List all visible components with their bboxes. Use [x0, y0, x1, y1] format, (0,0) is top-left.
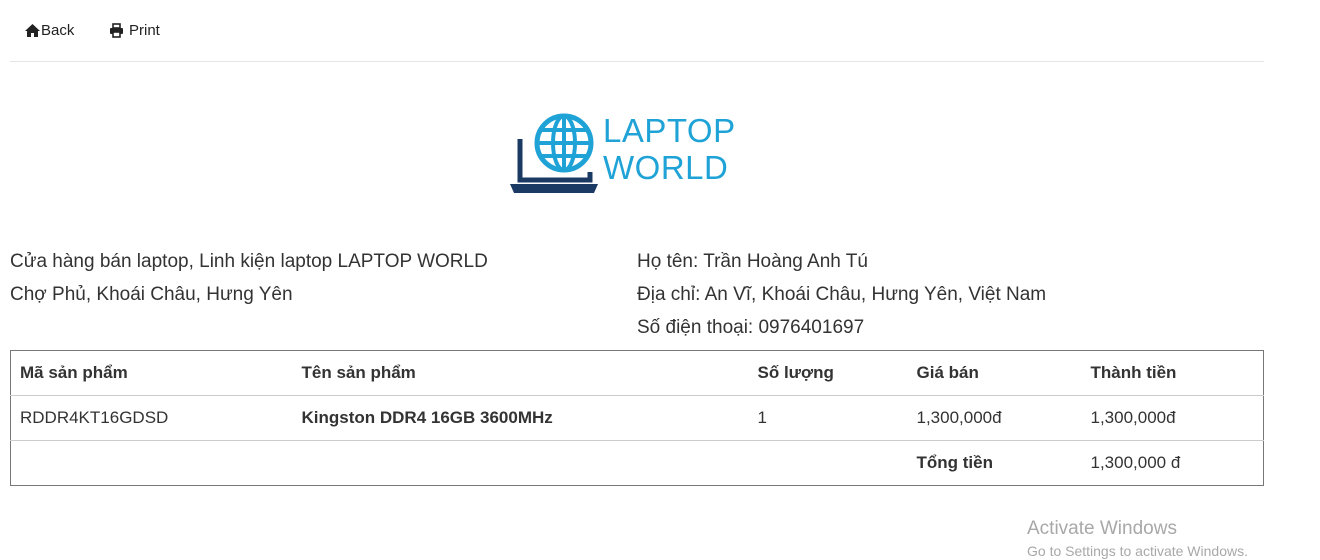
windows-activation-watermark: Activate Windows Go to Settings to activ…: [1027, 518, 1248, 560]
cell-product-code: RDDR4KT16GDSD: [10, 395, 293, 441]
home-icon: [24, 23, 41, 38]
store-name: Cửa hàng bán laptop, Linh kiện laptop LA…: [10, 251, 488, 272]
total-row: Tổng tiền 1,300,000 đ: [11, 441, 1264, 486]
customer-phone: Số điện thoại: 0976401697: [637, 317, 865, 338]
table-row: RDDR4KT16GDSD Kingston DDR4 16GB 3600MHz…: [10, 395, 1264, 441]
cell-product-name: Kingston DDR4 16GB 3600MHz: [292, 395, 749, 441]
cell-quantity: 1: [748, 395, 908, 441]
logo-line2: WORLD: [603, 149, 729, 186]
total-value: 1,300,000 đ: [1090, 453, 1181, 472]
toolbar: Back Print: [10, 0, 1264, 62]
header-quantity: Số lượng: [748, 350, 908, 396]
customer-name: Họ tên: Trần Hoàng Anh Tú: [637, 251, 868, 272]
print-label: Print: [129, 22, 160, 39]
order-table: Mã sản phẩm Tên sản phẩm Số lượng Giá bá…: [10, 350, 1264, 486]
back-label: Back: [41, 22, 75, 39]
logo-line1: LAPTOP: [603, 112, 736, 149]
header-product-name: Tên sản phẩm: [292, 350, 749, 396]
header-price: Giá bán: [907, 350, 1082, 396]
watermark-title: Activate Windows: [1027, 518, 1177, 539]
store-address: Chợ Phủ, Khoái Châu, Hưng Yên: [10, 284, 293, 305]
customer-info: Họ tên: Trần Hoàng Anh Tú Địa chỉ: An Vĩ…: [637, 245, 1046, 344]
laptop-globe-icon: [510, 113, 598, 193]
total-label: Tổng tiền: [916, 453, 993, 472]
header-product-code: Mã sản phẩm: [10, 350, 293, 396]
table-header-row: Mã sản phẩm Tên sản phẩm Số lượng Giá bá…: [10, 350, 1264, 396]
cell-subtotal: 1,300,000đ: [1081, 395, 1264, 441]
store-info: Cửa hàng bán laptop, Linh kiện laptop LA…: [10, 245, 488, 311]
print-button[interactable]: Print: [109, 22, 160, 39]
cell-price: 1,300,000đ: [907, 395, 1082, 441]
back-button[interactable]: Back: [24, 22, 74, 39]
logo: LAPTOP WORLD: [508, 112, 748, 198]
header-subtotal: Thành tiền: [1081, 350, 1264, 396]
customer-address: Địa chỉ: An Vĩ, Khoái Châu, Hưng Yên, Vi…: [637, 284, 1047, 305]
printer-icon: [109, 23, 129, 38]
watermark-subtitle: Go to Settings to activate Windows.: [1027, 543, 1248, 559]
logo-text: LAPTOP WORLD: [603, 112, 736, 186]
